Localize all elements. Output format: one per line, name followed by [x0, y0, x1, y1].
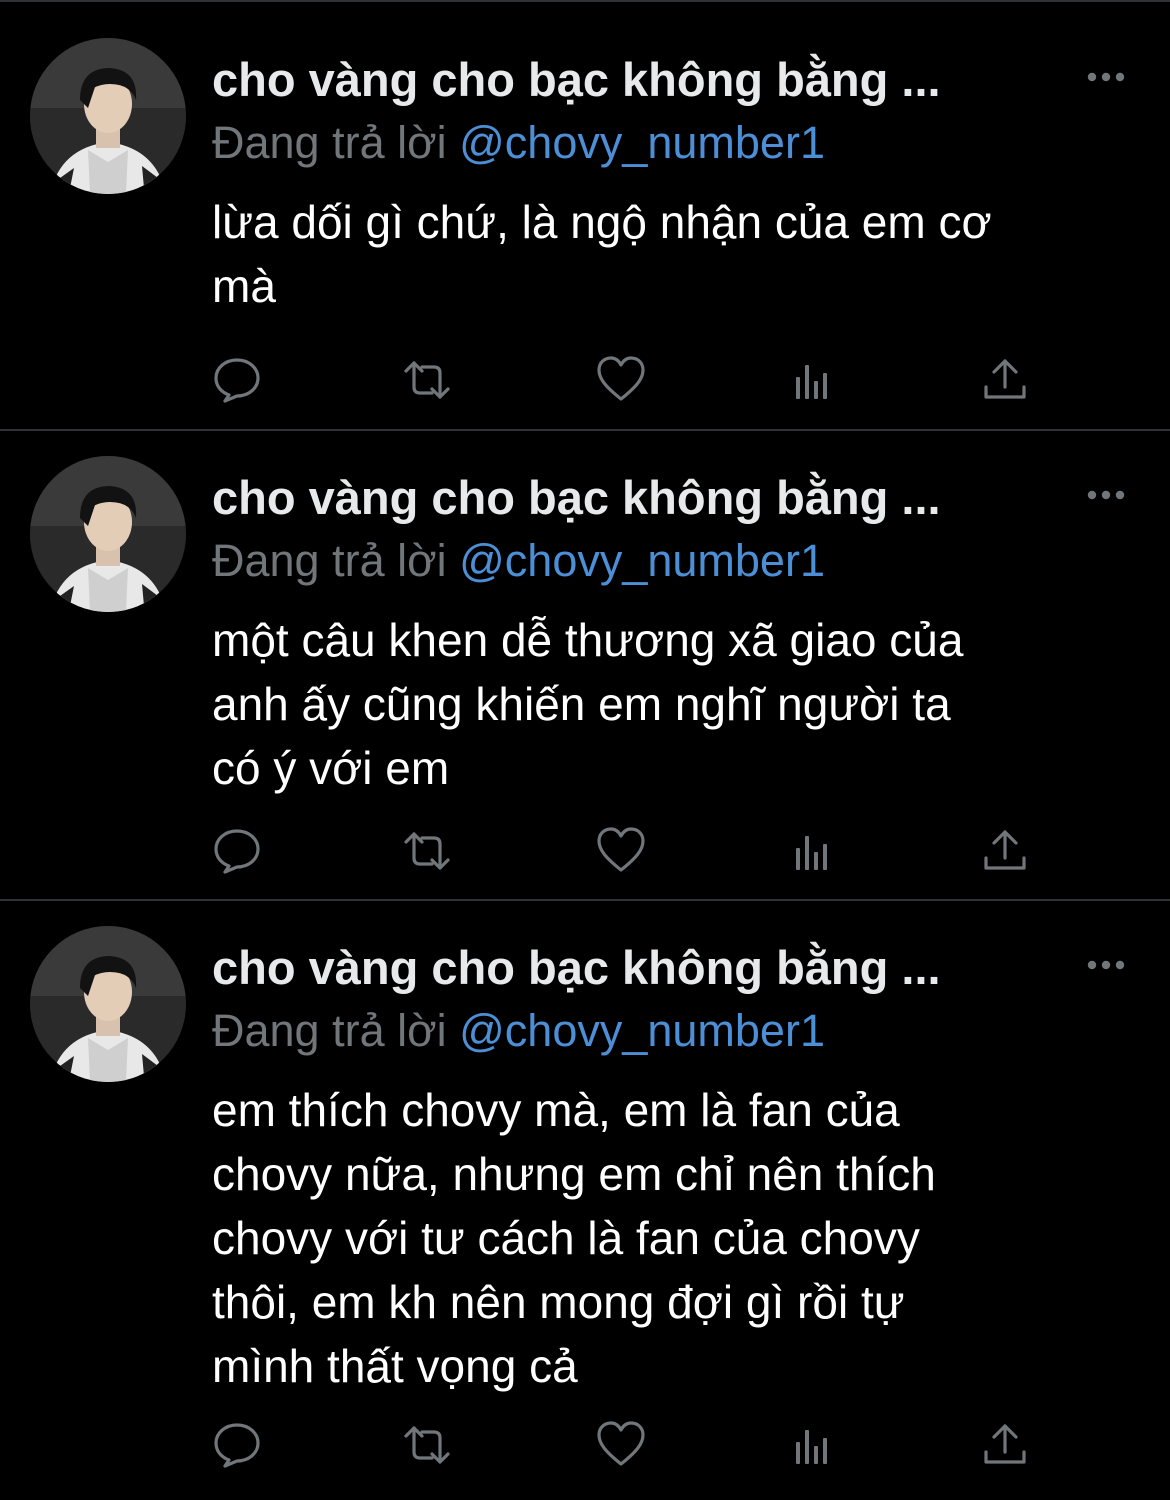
reply-handle-link[interactable]: @chovy_number1	[459, 117, 825, 168]
avatar[interactable]	[30, 926, 186, 1082]
tweet-text: em thích chovy mà, em là fan của chovy n…	[212, 1084, 936, 1392]
replying-to-label: Đang trả lời	[212, 1005, 460, 1056]
views-bar-chart-icon[interactable]	[790, 826, 840, 876]
share-upload-icon[interactable]	[980, 826, 1030, 876]
tweet-actions	[212, 355, 1042, 405]
tweet-actions	[212, 826, 1042, 876]
display-name[interactable]: cho vàng cho bạc không bằng ...	[212, 938, 941, 998]
tweet-actions	[212, 1420, 1042, 1470]
tweet-item[interactable]: cho vàng cho bạc không bằng ... Đang trả…	[0, 888, 1170, 1500]
avatar[interactable]	[30, 38, 186, 194]
replying-to: Đang trả lời @chovy_number1	[212, 532, 825, 590]
heart-icon[interactable]	[596, 1420, 646, 1470]
replying-to-label: Đang trả lời	[212, 535, 460, 586]
avatar[interactable]	[30, 456, 186, 612]
replying-to: Đang trả lời @chovy_number1	[212, 1002, 825, 1060]
reply-bubble-icon[interactable]	[212, 826, 262, 876]
more-horizontal-icon[interactable]	[1084, 480, 1128, 510]
heart-icon[interactable]	[596, 826, 646, 876]
more-horizontal-icon[interactable]	[1084, 62, 1128, 92]
retweet-icon[interactable]	[402, 355, 452, 405]
retweet-icon[interactable]	[402, 826, 452, 876]
reply-handle-link[interactable]: @chovy_number1	[459, 535, 825, 586]
views-bar-chart-icon[interactable]	[790, 1420, 840, 1470]
tweet-item[interactable]: cho vàng cho bạc không bằng ... Đang trả…	[0, 418, 1170, 900]
more-horizontal-icon[interactable]	[1084, 950, 1128, 980]
replying-to: Đang trả lời @chovy_number1	[212, 114, 825, 172]
replying-to-label: Đang trả lời	[212, 117, 460, 168]
reply-handle-link[interactable]: @chovy_number1	[459, 1005, 825, 1056]
heart-icon[interactable]	[596, 355, 646, 405]
retweet-icon[interactable]	[402, 1420, 452, 1470]
tweet-text: lừa dối gì chứ, là ngộ nhận của em cơ mà	[212, 196, 992, 312]
reply-bubble-icon[interactable]	[212, 1420, 262, 1470]
tweet-item[interactable]: cho vàng cho bạc không bằng ... Đang trả…	[0, 0, 1170, 430]
tweet-text: một câu khen dễ thương xã giao của anh ấ…	[212, 614, 964, 794]
views-bar-chart-icon[interactable]	[790, 355, 840, 405]
share-upload-icon[interactable]	[980, 1420, 1030, 1470]
display-name[interactable]: cho vàng cho bạc không bằng ...	[212, 50, 941, 110]
display-name[interactable]: cho vàng cho bạc không bằng ...	[212, 468, 941, 528]
reply-bubble-icon[interactable]	[212, 355, 262, 405]
share-upload-icon[interactable]	[980, 355, 1030, 405]
